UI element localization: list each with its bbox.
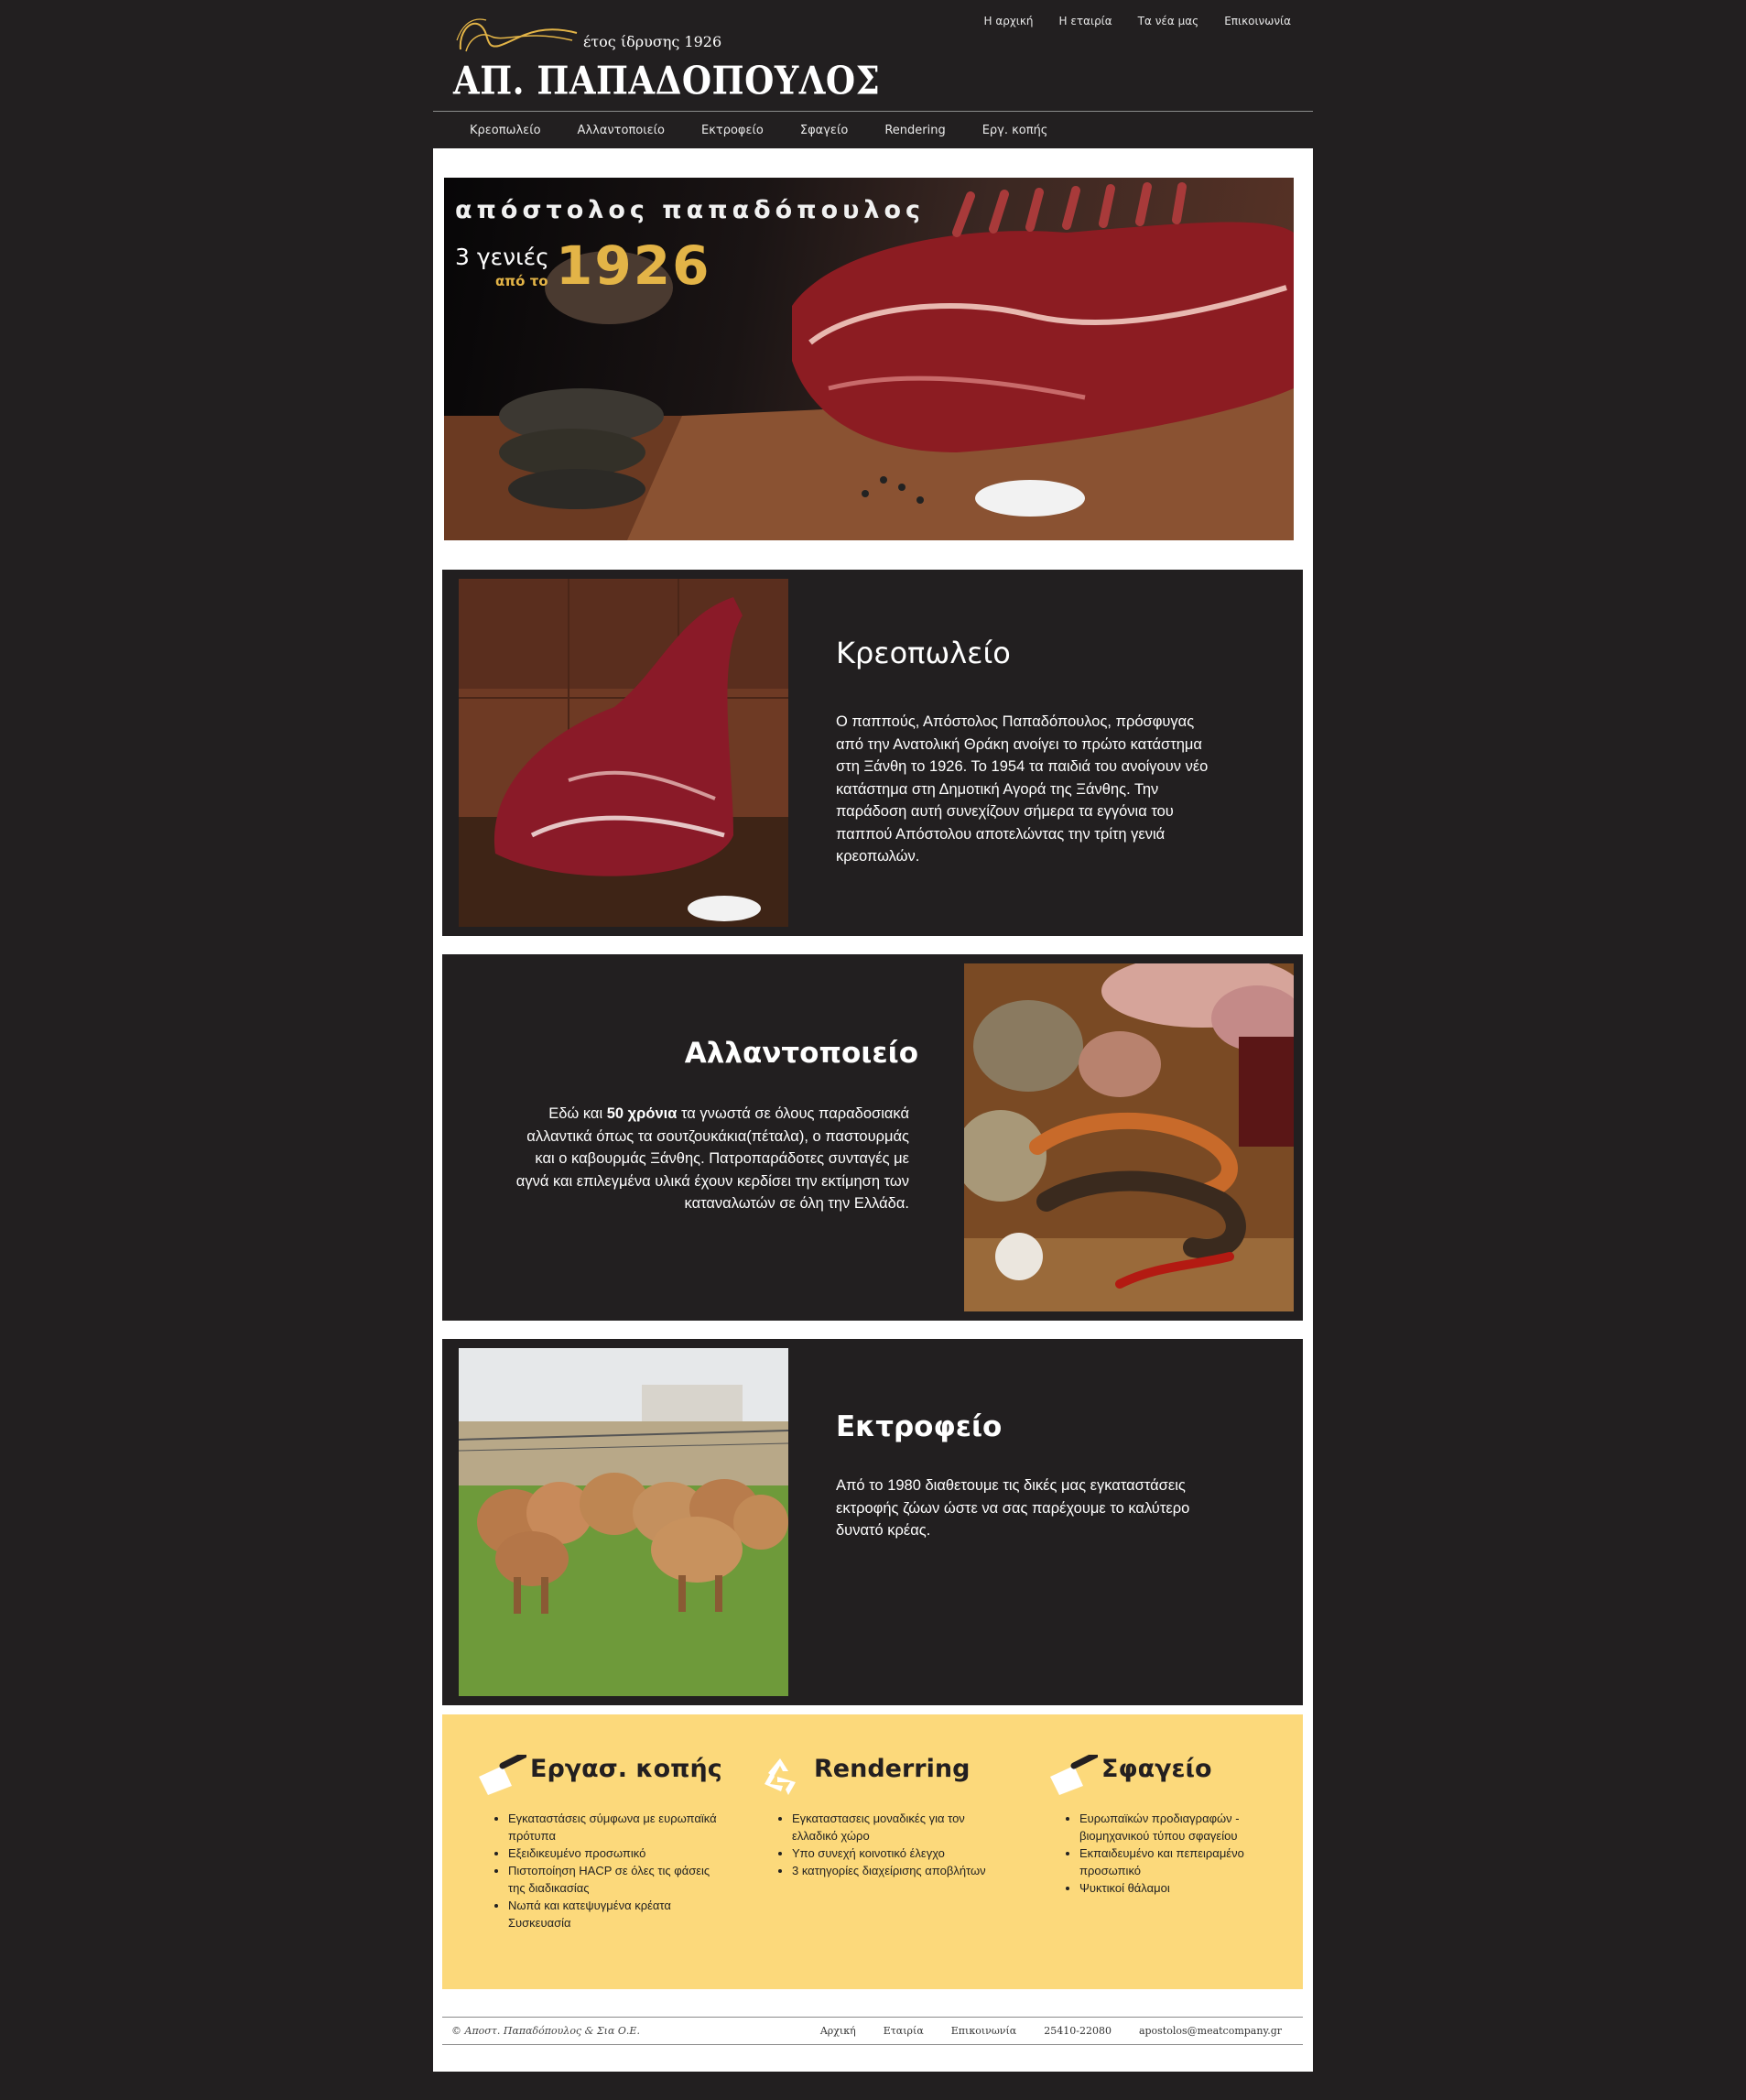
main-nav-farm[interactable]: Εκτροφείο [701, 124, 764, 137]
logo-tagline: έτος ίδρυσης 1926 [583, 33, 722, 50]
list-item: Πιστοποίηση HACP σε όλες τις φάσεις της … [508, 1862, 722, 1897]
cleaver-icon [479, 1755, 526, 1795]
list-item: Ψυκτικοί θάλαμοι [1079, 1879, 1294, 1897]
main-content: απόστολος παπαδόπουλος 3 γενιές από το 1… [433, 148, 1313, 2072]
top-nav-company[interactable]: Η εταιρία [1059, 15, 1112, 27]
list-item: Υπο συνεχή κοινοτικό έλεγχο [792, 1844, 1006, 1862]
main-nav: Κρεοπωλείο Αλλαντοποιείο Εκτροφείο Σφαγε… [433, 112, 1313, 148]
feature-slaughterhouse-title: Σφαγείο [1101, 1755, 1212, 1783]
footer-email[interactable]: apostolos@meatcompany.gr [1139, 2025, 1282, 2037]
charcuterie-text-bold: 50 χρόνια [606, 1105, 678, 1122]
main-nav-cutting-plant[interactable]: Εργ. κοπής [982, 124, 1048, 137]
footer-link-contact[interactable]: Επικοινωνία [951, 2025, 1016, 2037]
feature-cutting-list: Εγκαταστάσεις σύμφωνα με ευρωπαϊκά πρότυ… [475, 1810, 722, 1931]
footer-link-home[interactable]: Αρχική [820, 2025, 856, 2037]
butcher-text: Ο παππούς, Απόστολος Παπαδόπουλος, πρόσφ… [836, 713, 1209, 865]
farm-panel: Εκτροφείο Από το 1980 διαθετουμε τις δικ… [442, 1339, 1303, 1705]
top-nav-home[interactable]: Η αρχική [984, 15, 1034, 27]
hero-generations: 3 γενιές [455, 244, 549, 270]
top-nav: Η αρχική Η εταιρία Τα νέα μας Επικοινωνί… [984, 15, 1292, 27]
butcher-title: Κρεοπωλείο [836, 636, 1011, 670]
logo-swoosh-icon [456, 18, 578, 52]
footer-links: Αρχική Εταιρία Επικοινωνία 25410-22080 a… [820, 2025, 1282, 2037]
logo-name: ΑΠ. ΠΑΠΑΔΟΠΟΥΛΟΣ [453, 57, 881, 103]
cleaver-icon [1050, 1755, 1098, 1795]
footer-copyright: © Αποστ. Παπαδόπουλος & Σια Ο.Ε. [451, 2025, 640, 2037]
footer-divider-top [442, 2017, 1303, 2018]
charcuterie-text: Εδώ και 50 χρόνια τα γνωστά σε όλους παρ… [506, 1103, 909, 1215]
features-box: Εργασ. κοπής Εγκαταστάσεις σύμφωνα με ευ… [442, 1714, 1303, 1989]
list-item: Εκπαιδευμένο και πεπειραμένο προσωπικό [1079, 1844, 1294, 1879]
recycle-icon [765, 1758, 796, 1795]
farm-title: Εκτροφείο [836, 1410, 1003, 1443]
list-item: 3 κατηγορίες διαχείρισης αποβλήτων [792, 1862, 1006, 1879]
list-item: Εξειδικευμένο προσωπικό [508, 1844, 722, 1862]
charcuterie-panel: Αλλαντοποιείο Εδώ και 50 χρόνια τα γνωστ… [442, 954, 1303, 1321]
footer-phone: 25410-22080 [1044, 2025, 1112, 2037]
footer-divider-bottom [442, 2044, 1303, 2045]
feature-cutting-title: Εργασ. κοπής [530, 1755, 722, 1783]
list-item: Ευρωπαϊκών προδιαγραφών - βιομηχανικού τ… [1079, 1810, 1294, 1844]
top-nav-contact[interactable]: Επικοινωνία [1224, 15, 1291, 27]
hero-year: 1926 [556, 234, 711, 297]
feature-slaughterhouse-list: Ευρωπαϊκών προδιαγραφών - βιομηχανικού τ… [1047, 1810, 1294, 1897]
butcher-panel: Κρεοπωλείο Ο παππούς, Απόστολος Παπαδόπο… [442, 570, 1303, 936]
hero-title: απόστολος παπαδόπουλος [455, 196, 925, 224]
feature-rendering-list: Εγκαταστασεις μοναδικές για τον ελλαδικό… [759, 1810, 1006, 1879]
footer-link-company[interactable]: Εταιρία [884, 2025, 924, 2037]
charcuterie-title: Αλλαντοποιείο [684, 1037, 918, 1070]
list-item: Εγκαταστασεις μοναδικές για τον ελλαδικό… [792, 1810, 1006, 1844]
hero-meat-image [444, 182, 1294, 540]
farm-text: Από το 1980 διαθετουμε τις δικές μας εγκ… [836, 1477, 1190, 1539]
butcher-photo [459, 579, 788, 927]
main-nav-slaughterhouse[interactable]: Σφαγείο [800, 124, 848, 137]
list-item: Νωπά και κατεψυγμένα κρέατα Συσκευασία [508, 1897, 722, 1931]
charcuterie-text-pre: Εδώ και [548, 1105, 607, 1122]
logo[interactable]: έτος ίδρυσης 1926 ΑΠ. ΠΑΠΑΔΟΠΟΥΛΟΣ [453, 13, 880, 103]
main-nav-rendering[interactable]: Rendering [884, 124, 945, 137]
main-nav-charcuterie[interactable]: Αλλαντοποιείο [578, 124, 665, 137]
list-item: Εγκαταστάσεις σύμφωνα με ευρωπαϊκά πρότυ… [508, 1810, 722, 1844]
charcuterie-photo [964, 963, 1294, 1311]
feature-rendering-title: Renderring [814, 1755, 971, 1783]
top-nav-news[interactable]: Τα νέα μας [1138, 15, 1199, 27]
hero-banner: απόστολος παπαδόπουλος 3 γενιές από το 1… [444, 178, 1294, 540]
main-nav-butcher[interactable]: Κρεοπωλείο [470, 124, 541, 137]
farm-photo [459, 1348, 788, 1696]
hero-since: από το [495, 273, 548, 289]
